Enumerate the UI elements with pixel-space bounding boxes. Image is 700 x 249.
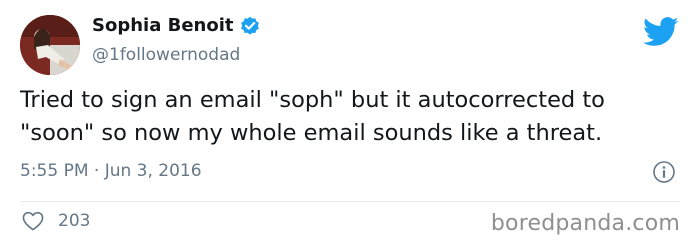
- info-icon[interactable]: [652, 160, 676, 184]
- tweet-text: Tried to sign an email "soph" but it aut…: [20, 87, 605, 146]
- tweet-timestamp[interactable]: 5:55 PM · Jun 3, 2016: [20, 161, 202, 181]
- watermark: boredpanda.com: [490, 211, 680, 236]
- like-count: 203: [58, 211, 91, 231]
- avatar[interactable]: [20, 15, 80, 75]
- author-display-name[interactable]: Sophia Benoit: [92, 15, 234, 36]
- like-action[interactable]: 203: [22, 211, 90, 231]
- verified-badge-icon: [240, 16, 260, 36]
- author-name-row: Sophia Benoit: [92, 15, 260, 36]
- heart-icon[interactable]: [22, 211, 44, 231]
- author-handle[interactable]: @1followernodad: [92, 45, 240, 65]
- divider: [20, 201, 680, 202]
- twitter-bird-icon[interactable]: [643, 17, 679, 47]
